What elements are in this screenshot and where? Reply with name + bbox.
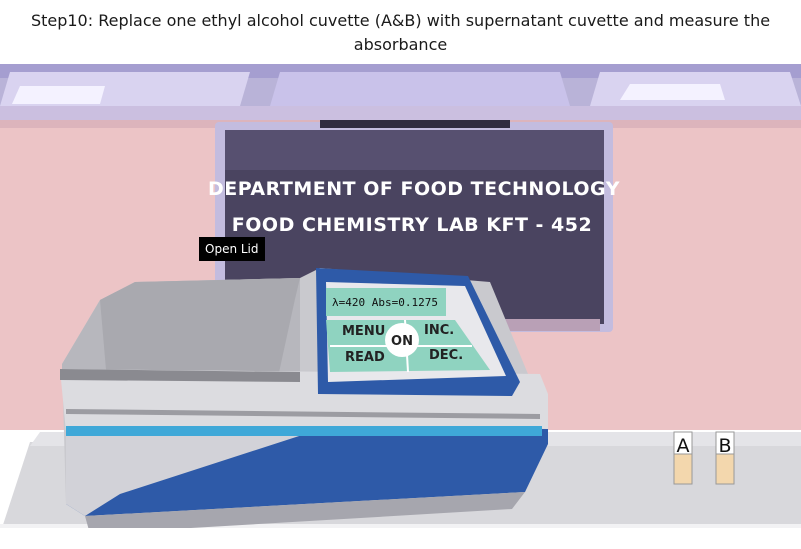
cuvette-b-label: B: [718, 435, 731, 457]
instruction-text: Step10: Replace one ethyl alcohol cuvett…: [30, 11, 771, 54]
on-button[interactable]: ON: [391, 334, 413, 349]
ceiling: [0, 64, 801, 120]
dec-button[interactable]: DEC.: [429, 348, 463, 363]
cuvette-a-label: A: [677, 435, 690, 457]
menu-button[interactable]: MENU: [342, 324, 385, 339]
absorbance-display: λ=420 Abs=0.1275: [332, 296, 438, 309]
board-title-line1: DEPARTMENT OF FOOD TECHNOLOGY: [208, 178, 620, 200]
lab-scene-drawing: DEPARTMENT OF FOOD TECHNOLOGY FOOD CHEMI…: [0, 64, 801, 549]
instruction-banner: Step10: Replace one ethyl alcohol cuvett…: [0, 0, 801, 64]
bottom-strip: [0, 528, 801, 549]
lab-scene: DEPARTMENT OF FOOD TECHNOLOGY FOOD CHEMI…: [0, 64, 801, 549]
read-button[interactable]: READ: [345, 350, 385, 365]
open-lid-button[interactable]: Open Lid: [199, 237, 265, 261]
inc-button[interactable]: INC.: [424, 323, 454, 338]
board-title-line2: FOOD CHEMISTRY LAB KFT - 452: [232, 214, 592, 236]
